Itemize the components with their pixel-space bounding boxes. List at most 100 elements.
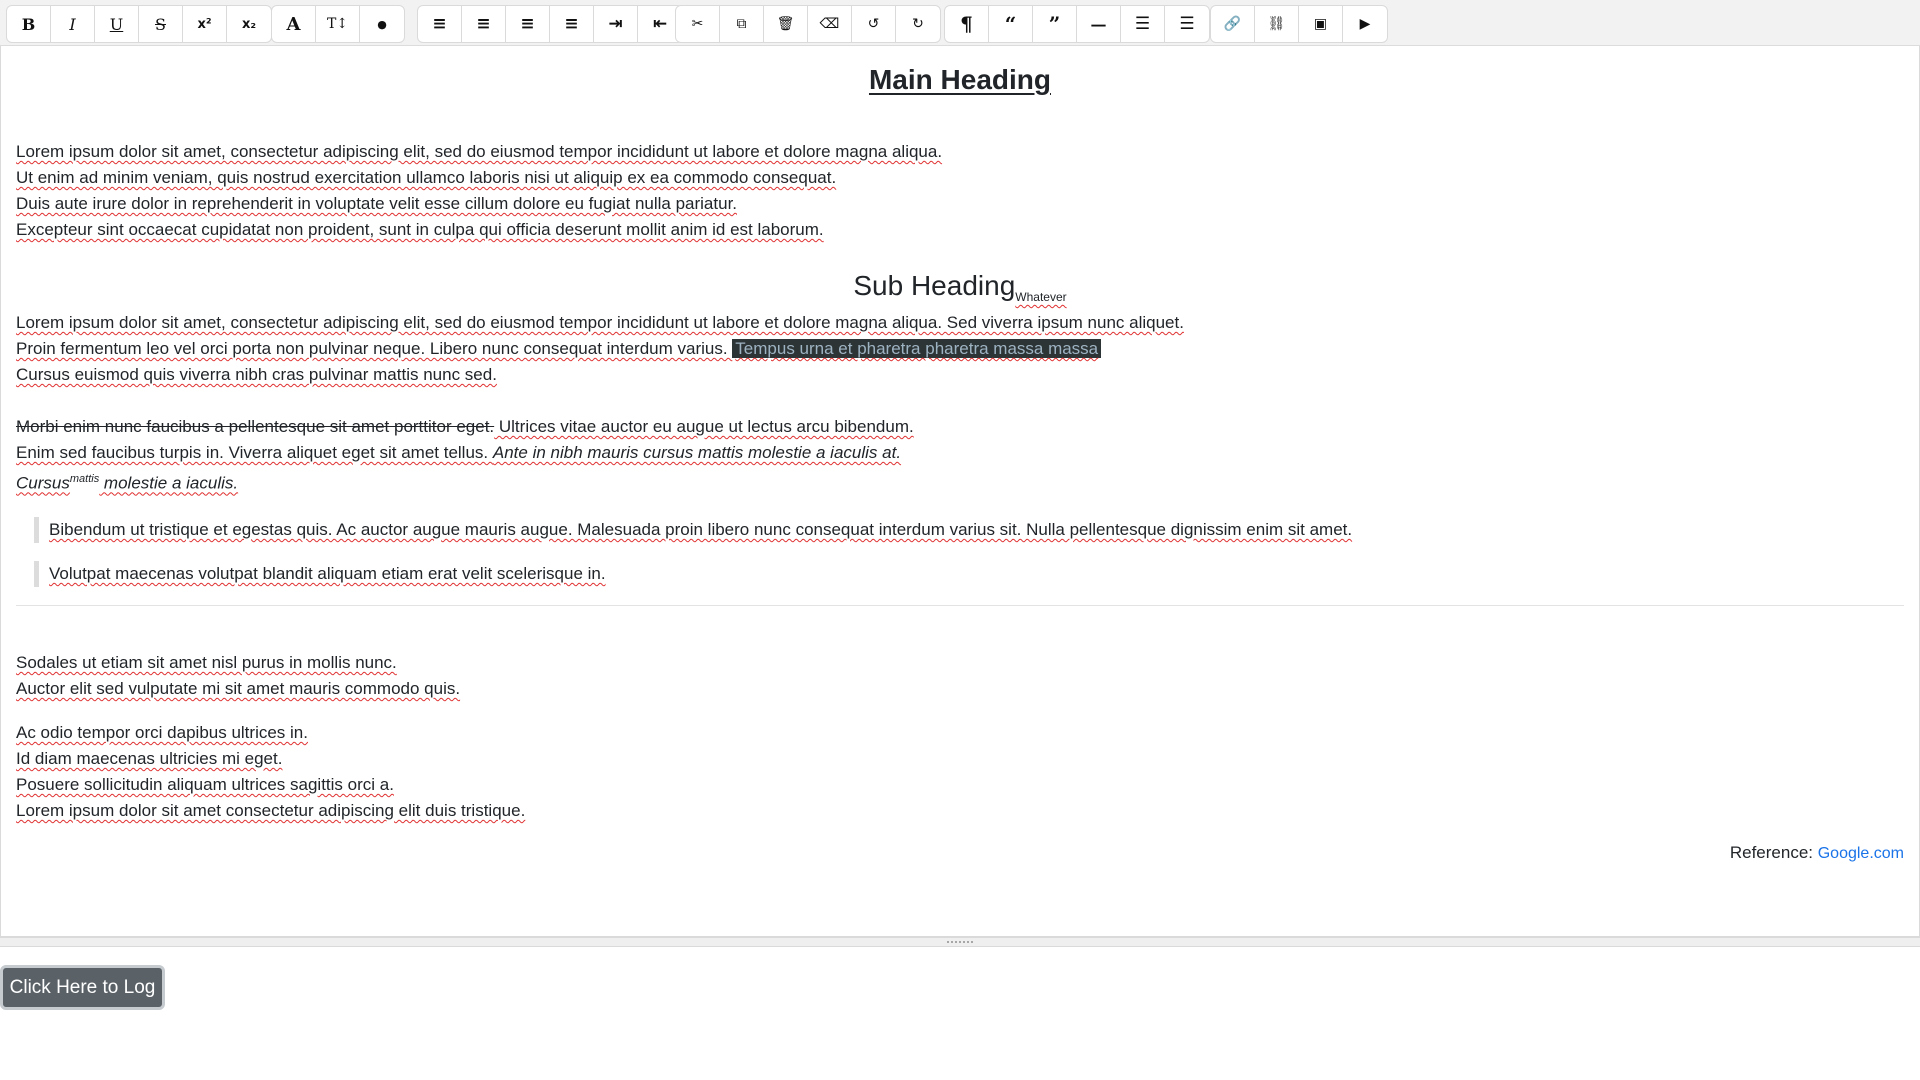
youtube-icon: ▶ <box>1359 16 1371 32</box>
bold-button[interactable]: B <box>7 6 51 42</box>
outdent-icon: ⇤ <box>652 14 668 34</box>
italic-button[interactable]: I <box>51 6 95 42</box>
sub-heading-subscript: Whatever <box>1015 290 1067 304</box>
subscript-button[interactable]: x₂ <box>227 6 271 42</box>
quote-left-button[interactable]: “ <box>989 6 1033 42</box>
superscript-button[interactable]: x² <box>183 6 227 42</box>
text-line: Ut enim ad minim veniam, quis nostrud ex… <box>16 168 837 187</box>
reference-label: Reference: <box>1729 843 1818 862</box>
bold-icon: B <box>21 14 36 34</box>
clear-format-button[interactable]: ⌫ <box>808 6 852 42</box>
paragraph: Sodales ut etiam sit amet nisl purus in … <box>16 650 1904 702</box>
link-button[interactable]: 🔗 <box>1211 6 1255 42</box>
text-line: Cursusmattis molestie a iaculis. <box>16 466 1904 493</box>
copy-icon: ⧉ <box>736 16 747 32</box>
intro-paragraph: Lorem ipsum dolor sit amet, consectetur … <box>16 139 1904 243</box>
align-justify-icon: ≡ <box>564 14 579 34</box>
toolbar-group: ¶ “ ” — ☰ ☰ <box>944 5 1210 43</box>
indent-button[interactable]: ⇥ <box>594 6 638 42</box>
underline-button[interactable]: U <box>95 6 139 42</box>
link-icon: 🔗 <box>1223 16 1242 32</box>
blockquote: Volutpat maecenas volutpat blandit aliqu… <box>34 561 606 587</box>
superscript-icon: x² <box>197 16 212 32</box>
blockquote: Bibendum ut tristique et egestas quis. A… <box>34 517 1352 543</box>
italic-text: molestie a iaculis. <box>99 473 239 493</box>
toolbar-group: 🔗 ⛓ ▣ ▶ <box>1210 5 1388 43</box>
text-span: Ultrices vitae auctor eu augue ut lectus… <box>494 417 914 436</box>
superscript-text: mattis <box>69 473 100 485</box>
strikethrough-button[interactable]: S <box>139 6 183 42</box>
undo-button[interactable]: ↺ <box>852 6 896 42</box>
rich-text-editor[interactable]: Main Heading Lorem ipsum dolor sit amet,… <box>0 46 1920 937</box>
delete-button[interactable]: 🗑 <box>764 6 808 42</box>
toolbar-group: ≡ ≡ ≡ ≡ ⇥ ⇤ <box>417 5 683 43</box>
text-span: Enim sed faucibus turpis in. Viverra ali… <box>16 443 493 462</box>
text-line: Posuere sollicitudin aliquam ultrices sa… <box>16 775 394 794</box>
quote-right-icon: ” <box>1048 12 1061 36</box>
list-ol-icon: ☰ <box>1179 14 1195 34</box>
indent-icon: ⇥ <box>608 14 623 34</box>
align-center-icon: ≡ <box>476 14 491 34</box>
font-icon: A <box>286 13 301 35</box>
editor-toolbar: B I U Sx² x₂ A T↕ ● ≡ ≡ ≡ ≡ ⇥ ⇤ ✂ ⧉ 🗑 ⌫ ↺ ↻ ¶ “ ” — ☰ ☰ 🔗 ⛓ ▣ ▶ <box>0 0 1920 46</box>
section-paragraph: Lorem ipsum dolor sit amet, consectetur … <box>16 310 1904 388</box>
text-line: Id diam maecenas ultricies mi eget. <box>16 749 283 768</box>
text-line: Lorem ipsum dolor sit amet, consectetur … <box>16 142 943 161</box>
text-line: Auctor elit sed vulputate mi sit amet ma… <box>16 679 461 698</box>
paragraph-button[interactable]: ¶ <box>945 6 989 42</box>
justify-button[interactable]: ≡ <box>550 6 594 42</box>
image-icon: ▣ <box>1313 16 1328 32</box>
text-span: Proin fermentum leo vel orci porta non p… <box>16 339 733 358</box>
reference-link[interactable]: Google.com <box>1818 845 1904 862</box>
image-button[interactable]: ▣ <box>1299 6 1343 42</box>
text-line: Proin fermentum leo vel orci porta non p… <box>16 336 1904 362</box>
redo-icon: ↻ <box>912 16 924 32</box>
scissors-icon: ✂ <box>691 16 704 32</box>
paragraph-icon: ¶ <box>960 12 973 36</box>
quote-right-button[interactable]: ” <box>1033 6 1077 42</box>
align-left-button[interactable]: ≡ <box>418 6 462 42</box>
text-line: Morbi enim nunc faucibus a pellentesque … <box>16 414 1904 440</box>
bullet-list-button[interactable]: ☰ <box>1121 6 1165 42</box>
horizontal-rule <box>16 605 1904 606</box>
selected-text[interactable]: Tempus urna et pharetra pharetra massa m… <box>732 339 1102 358</box>
text-line: Excepteur sint occaecat cupidatat non pr… <box>16 220 824 239</box>
align-left-icon: ≡ <box>432 14 447 34</box>
cut-button[interactable]: ✂ <box>676 6 720 42</box>
formatted-paragraph: Morbi enim nunc faucibus a pellentesque … <box>16 414 1904 493</box>
paragraph: Ac odio tempor orci dapibus ultrices in.… <box>16 720 1904 824</box>
align-right-icon: ≡ <box>520 14 535 34</box>
horizontal-rule-button[interactable]: — <box>1077 6 1121 42</box>
video-button[interactable]: ▶ <box>1343 6 1387 42</box>
toolbar-group: ✂ ⧉ 🗑 ⌫ ↺ ↻ <box>675 5 941 43</box>
minus-icon: — <box>1090 14 1107 34</box>
text-line: Ac odio tempor orci dapibus ultrices in. <box>16 723 308 742</box>
list-ul-icon: ☰ <box>1134 14 1151 34</box>
italic-text: Ante in nibh mauris cursus mattis molest… <box>492 443 902 462</box>
reference: Reference: Google.com <box>1730 840 1904 867</box>
undo-icon: ↺ <box>867 16 880 32</box>
text-line: Sodales ut etiam sit amet nisl purus in … <box>16 653 397 672</box>
text-line: Lorem ipsum dolor sit amet consectetur a… <box>16 801 526 820</box>
log-button[interactable]: Click Here to Log <box>0 965 165 1010</box>
toolbar-group: A T↕ ● <box>271 5 405 43</box>
align-center-button[interactable]: ≡ <box>462 6 506 42</box>
redo-button[interactable]: ↻ <box>896 6 940 42</box>
copy-button[interactable]: ⧉ <box>720 6 764 42</box>
color-button[interactable]: ● <box>360 6 404 42</box>
text-line: Enim sed faucibus turpis in. Viverra ali… <box>16 440 1904 466</box>
underline-icon: U <box>109 14 124 34</box>
numbered-list-button[interactable]: ☰ <box>1165 6 1209 42</box>
strikethrough-icon: S <box>155 14 166 34</box>
trash-icon: 🗑 <box>776 16 795 32</box>
italic-icon: I <box>69 14 76 34</box>
eraser-icon: ⌫ <box>819 16 840 32</box>
text-height-icon: T↕ <box>326 16 349 32</box>
sub-heading: Sub HeadingWhatever <box>16 268 1904 315</box>
unlink-icon: ⛓ <box>1267 16 1286 32</box>
font-button[interactable]: A <box>272 6 316 42</box>
editor-resize-handle[interactable] <box>0 937 1920 947</box>
unlink-button[interactable]: ⛓ <box>1255 6 1299 42</box>
align-right-button[interactable]: ≡ <box>506 6 550 42</box>
font-size-button[interactable]: T↕ <box>316 6 360 42</box>
